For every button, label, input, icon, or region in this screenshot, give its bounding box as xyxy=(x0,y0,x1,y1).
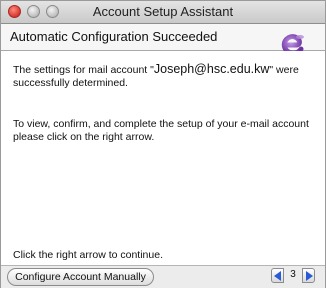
page-number: 3 xyxy=(290,269,296,280)
title-bar[interactable]: Account Setup Assistant xyxy=(1,1,325,24)
content-pane: The settings for mail account "Joseph@hs… xyxy=(1,51,325,266)
next-step-button[interactable] xyxy=(302,268,315,283)
continue-hint: Click the right arrow to continue. xyxy=(13,249,163,261)
account-setup-window: Account Setup Assistant Automatic Config… xyxy=(0,0,326,288)
account-address: Joseph@hsc.edu.kw xyxy=(153,62,270,76)
window-title: Account Setup Assistant xyxy=(92,4,234,19)
success-message: The settings for mail account "Joseph@hs… xyxy=(13,63,313,90)
footer-bar: Configure Account Manually 3 xyxy=(1,266,325,288)
arrow-left-icon xyxy=(274,271,281,281)
instructions-text: To view, confirm, and complete the setup… xyxy=(13,118,309,143)
arrow-right-icon xyxy=(306,271,313,281)
step-header: Automatic Configuration Succeeded xyxy=(1,24,325,51)
step-title: Automatic Configuration Succeeded xyxy=(10,29,218,44)
previous-step-button[interactable] xyxy=(271,268,284,283)
success-message-prefix: The settings for mail account " xyxy=(13,64,154,76)
configure-manually-button[interactable]: Configure Account Manually xyxy=(7,268,154,286)
